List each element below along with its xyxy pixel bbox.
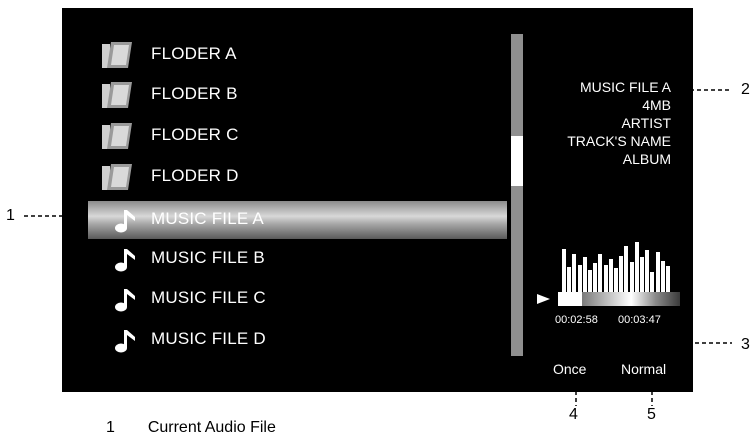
info-album: ALBUM: [622, 151, 671, 167]
legend-line: 1 Current Audio File: [106, 419, 276, 437]
list-item-music-c[interactable]: MUSIC FILE C: [62, 280, 509, 318]
equalizer-bar: [666, 266, 670, 294]
media-player-screen: FLODER A FLODER B FLODER C FLODER D MUSI…: [62, 8, 693, 392]
total-time: 00:03:47: [618, 314, 661, 326]
equalizer-bar: [598, 254, 603, 294]
info-artist: ARTIST: [621, 115, 671, 131]
play-mode[interactable]: Normal: [621, 361, 666, 377]
equalizer-bar: [645, 250, 650, 294]
scrollbar-thumb[interactable]: [511, 136, 523, 186]
folder-label: FLODER B: [151, 84, 238, 103]
folder-label: FLODER A: [151, 44, 237, 63]
playback-progress-bar[interactable]: [558, 292, 680, 306]
info-file-name: MUSIC FILE A: [579, 79, 671, 95]
scrollbar-track[interactable]: [511, 34, 523, 356]
equalizer-bar: [619, 256, 624, 294]
equalizer-bar: [593, 263, 598, 294]
equalizer-bar: [660, 261, 665, 294]
equalizer-bar: [650, 272, 655, 294]
folder-label: FLODER D: [151, 166, 239, 185]
info-track-name: TRACK'S NAME: [567, 133, 671, 149]
list-item-folder-a[interactable]: FLODER A: [62, 36, 509, 74]
list-item-music-b[interactable]: MUSIC FILE B: [62, 240, 509, 278]
music-file-label: MUSIC FILE B: [151, 248, 265, 267]
progress-fill: [558, 292, 583, 306]
music-note-icon: [115, 330, 135, 353]
equalizer-bar: [582, 257, 587, 294]
equalizer-bar: [572, 254, 577, 294]
music-note-icon: [115, 210, 135, 233]
equalizer-bar: [567, 267, 572, 294]
file-info-panel: MUSIC FILE A 4MB ARTIST TRACK'S NAME ALB…: [567, 78, 671, 168]
music-file-label: MUSIC FILE D: [151, 329, 266, 348]
music-note-icon: [115, 289, 135, 312]
equalizer-bar: [629, 262, 634, 294]
folder-icon: [102, 123, 132, 149]
callout-number-5: 5: [647, 406, 656, 423]
equalizer-bar: [655, 252, 660, 294]
legend-text: Current Audio File: [147, 419, 276, 436]
equalizer-bar: [608, 259, 613, 294]
list-item-music-d[interactable]: MUSIC FILE D: [62, 321, 509, 359]
play-icon[interactable]: [537, 294, 550, 304]
callout-number-4: 4: [569, 406, 578, 423]
equalizer-visualizer: [562, 230, 672, 294]
repeat-mode[interactable]: Once: [553, 361, 586, 377]
legend-number: 1: [106, 419, 115, 436]
list-item-folder-d[interactable]: FLODER D: [62, 158, 509, 196]
music-file-label: MUSIC FILE C: [151, 288, 266, 307]
equalizer-bar: [614, 268, 618, 294]
elapsed-time: 00:02:58: [555, 314, 598, 326]
list-item-music-a-selected[interactable]: MUSIC FILE A: [88, 201, 507, 239]
folder-label: FLODER C: [151, 125, 239, 144]
folder-icon: [102, 164, 132, 190]
equalizer-bar: [603, 265, 608, 294]
callout-number-3: 3: [741, 336, 750, 353]
equalizer-bar: [634, 242, 639, 294]
info-file-size: 4MB: [642, 97, 671, 113]
callout-number-2: 2: [741, 81, 750, 98]
music-note-icon: [115, 249, 135, 272]
equalizer-bar: [588, 270, 592, 294]
equalizer-bar: [577, 265, 582, 294]
music-file-label: MUSIC FILE A: [151, 209, 264, 228]
equalizer-bar: [562, 249, 566, 294]
folder-icon: [102, 82, 132, 108]
equalizer-bar: [640, 257, 644, 294]
equalizer-bar: [624, 246, 629, 294]
folder-icon: [102, 42, 132, 68]
callout-number-1: 1: [6, 207, 15, 224]
list-item-folder-b[interactable]: FLODER B: [62, 76, 509, 114]
list-item-folder-c[interactable]: FLODER C: [62, 117, 509, 155]
